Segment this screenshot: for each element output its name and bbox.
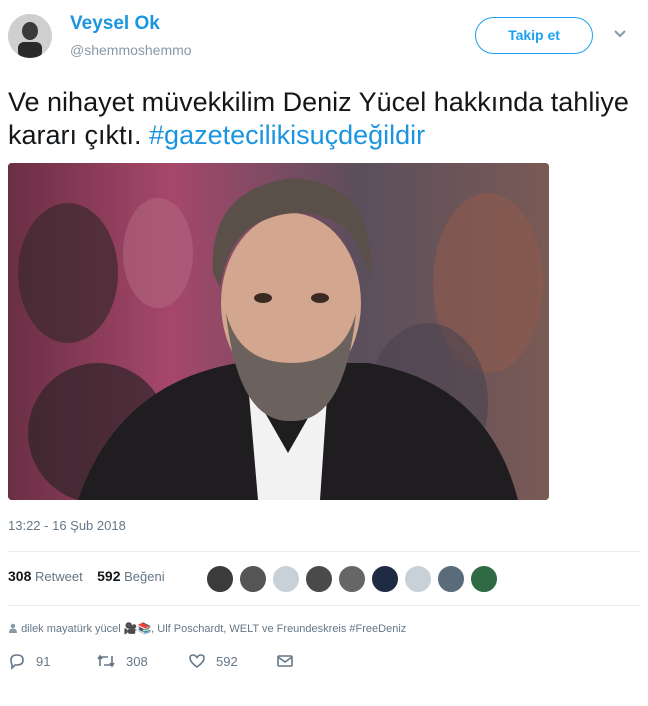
message-button[interactable]	[276, 652, 294, 670]
like-count: 592	[97, 568, 121, 584]
retweet-button[interactable]: 308	[96, 652, 148, 670]
liker-avatar[interactable]	[404, 565, 432, 593]
portrait-image	[8, 163, 549, 500]
avatar-image	[8, 14, 52, 58]
reply-count: 91	[36, 653, 51, 669]
follow-button[interactable]: Takip et	[475, 17, 593, 54]
avatar[interactable]	[8, 14, 52, 58]
more-options-icon[interactable]	[613, 26, 627, 44]
engagement-stats: 308 Retweet 592 Beğeni	[8, 568, 165, 584]
tweet-text: Ve nihayet müvekkilim Deniz Yücel hakkın…	[8, 86, 638, 152]
like-label: Beğeni	[124, 569, 165, 584]
reply-icon	[10, 654, 24, 670]
retweet-label: Retweet	[34, 569, 83, 584]
divider	[8, 605, 640, 606]
divider	[8, 551, 640, 552]
like-button[interactable]: 592	[188, 652, 238, 670]
tweet-photo[interactable]	[8, 163, 549, 500]
heart-icon	[189, 654, 205, 668]
liker-avatar[interactable]	[338, 565, 366, 593]
display-name[interactable]: Veysel Ok	[70, 13, 160, 35]
liker-avatar[interactable]	[206, 565, 234, 593]
like-stat[interactable]: 592 Beğeni	[97, 568, 165, 584]
user-handle[interactable]: @shemmoshemmo	[70, 42, 192, 58]
tweet-timestamp[interactable]: 13:22 - 16 Şub 2018	[8, 518, 126, 533]
retweet-action-count: 308	[126, 653, 148, 669]
social-context: dilek mayatürk yücel 🎥📚, Ulf Poschardt, …	[8, 622, 406, 635]
liker-avatar[interactable]	[470, 565, 498, 593]
liker-avatar[interactable]	[239, 565, 267, 593]
like-action-count: 592	[216, 653, 238, 669]
liker-avatar[interactable]	[305, 565, 333, 593]
context-text[interactable]: dilek mayatürk yücel 🎥📚, Ulf Poschardt, …	[21, 623, 406, 635]
person-icon	[9, 623, 17, 633]
retweet-stat[interactable]: 308 Retweet	[8, 568, 83, 584]
liker-avatar[interactable]	[371, 565, 399, 593]
envelope-icon	[277, 655, 293, 667]
reply-button[interactable]: 91	[8, 652, 50, 670]
liker-avatar[interactable]	[272, 565, 300, 593]
liker-avatar[interactable]	[437, 565, 465, 593]
hashtag-link[interactable]: #gazetecilikisuçdeğildir	[149, 120, 425, 150]
retweet-count: 308	[8, 568, 32, 584]
retweet-icon	[97, 654, 115, 668]
